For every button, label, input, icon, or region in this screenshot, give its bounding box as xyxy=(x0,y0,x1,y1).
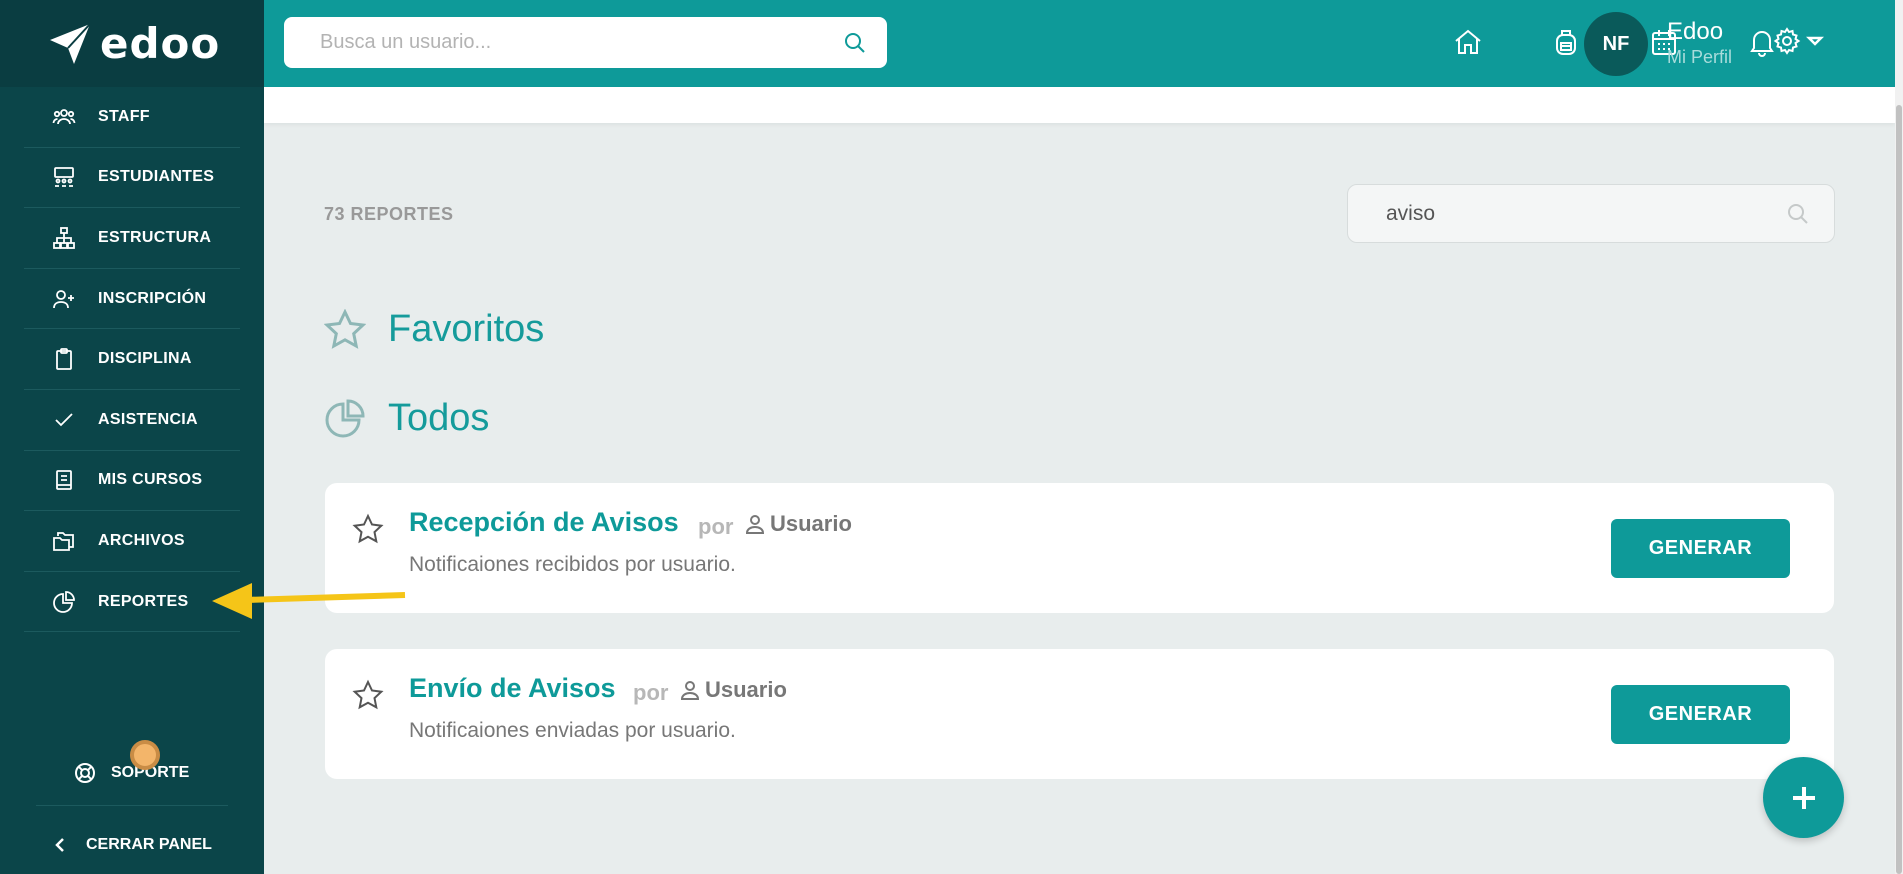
home-button[interactable] xyxy=(1450,24,1486,60)
favorites-section-header: Favoritos xyxy=(324,308,544,351)
sidebar-item-asistencia[interactable]: ASISTENCIA xyxy=(24,390,240,451)
user-search-input[interactable] xyxy=(320,31,843,54)
report-title[interactable]: Recepción de Avisos xyxy=(409,507,679,538)
sidebar-item-label: STAFF xyxy=(98,107,150,125)
scrollbar[interactable] xyxy=(1895,0,1903,874)
profile-link[interactable]: Mi Perfil xyxy=(1667,47,1732,68)
favorite-toggle[interactable] xyxy=(352,679,384,711)
profile-name[interactable]: Edoo xyxy=(1667,18,1723,46)
chevron-left-icon xyxy=(55,838,64,852)
report-card: Envío de Avisos por Usuario Notificaione… xyxy=(325,649,1834,779)
report-card: Recepción de Avisos por Usuario Notifica… xyxy=(325,483,1834,613)
report-description: Notificaiones enviadas por usuario. xyxy=(409,719,736,742)
sidebar-item-reportes[interactable]: REPORTES xyxy=(24,572,240,633)
sidebar-nav: STAFF ESTUDIANTES ESTRUCTURA INSCRIPCIÓN… xyxy=(0,87,264,633)
generate-button[interactable]: GENERAR xyxy=(1611,519,1790,578)
add-button[interactable] xyxy=(1763,757,1844,838)
gear-icon xyxy=(1773,27,1801,55)
user-icon xyxy=(680,681,700,700)
sidebar-item-label: DISCIPLINA xyxy=(98,350,192,368)
favorites-title: Favoritos xyxy=(388,308,545,350)
star-icon xyxy=(352,679,384,710)
sidebar-item-label: ASISTENCIA xyxy=(98,410,198,428)
sidebar-item-label: ESTRUCTURA xyxy=(98,228,212,246)
sidebar-item-label: REPORTES xyxy=(98,592,189,610)
pie-chart-icon xyxy=(325,398,365,437)
sidebar-item-disciplina[interactable]: DISCIPLINA xyxy=(24,329,240,390)
collapse-panel-label: CERRAR PANEL xyxy=(86,836,212,853)
notification-dot xyxy=(130,740,160,770)
report-by-label: por xyxy=(633,680,669,705)
all-section-header: Todos xyxy=(324,397,489,440)
sub-header-strip xyxy=(264,87,1895,123)
sidebar-item-label: ARCHIVOS xyxy=(98,531,185,549)
report-owner: Usuario xyxy=(744,511,852,537)
report-filter xyxy=(1347,184,1835,243)
book-icon xyxy=(50,466,78,494)
folders-icon xyxy=(50,527,78,555)
users-icon xyxy=(50,103,78,131)
classroom-icon xyxy=(50,163,78,191)
top-bar: NF Edoo Mi Perfil xyxy=(264,0,1895,87)
report-owner-label: Usuario xyxy=(705,677,787,702)
support-button[interactable]: SOPORTE xyxy=(36,740,228,806)
sidebar-item-estudiantes[interactable]: ESTUDIANTES xyxy=(24,148,240,209)
search-icon[interactable] xyxy=(843,31,867,55)
star-icon xyxy=(352,513,384,544)
sidebar: edoo STAFF ESTUDIANTES ESTRUCTURA INSCRI… xyxy=(0,0,264,874)
report-filter-input[interactable] xyxy=(1386,201,1786,226)
report-owner: Usuario xyxy=(679,677,787,703)
search-icon[interactable] xyxy=(1786,202,1810,226)
logo[interactable]: edoo xyxy=(0,0,264,87)
collapse-panel-button[interactable]: CERRAR PANEL xyxy=(52,836,212,854)
user-icon xyxy=(745,515,765,534)
report-owner-label: Usuario xyxy=(770,511,852,536)
all-title: Todos xyxy=(388,397,490,439)
clipboard-icon xyxy=(50,345,78,373)
generate-button[interactable]: GENERAR xyxy=(1611,685,1790,744)
sidebar-item-inscripcion[interactable]: INSCRIPCIÓN xyxy=(24,269,240,330)
sidebar-item-label: ESTUDIANTES xyxy=(98,168,215,186)
backpack-icon xyxy=(1556,30,1576,55)
report-description: Notificaiones recibidos por usuario. xyxy=(409,553,736,576)
avatar[interactable]: NF xyxy=(1584,12,1648,76)
chevron-down-icon xyxy=(1806,36,1824,46)
sidebar-item-archivos[interactable]: ARCHIVOS xyxy=(24,511,240,572)
brand-name: edoo xyxy=(100,19,221,68)
report-count: 73 REPORTES xyxy=(324,204,454,224)
check-icon xyxy=(50,406,78,434)
backpack-button[interactable] xyxy=(1548,24,1584,60)
paper-plane-logo-icon xyxy=(50,22,91,64)
user-search xyxy=(284,17,887,68)
favorite-toggle[interactable] xyxy=(352,513,384,545)
plus-icon xyxy=(1792,786,1815,809)
sidebar-item-label: MIS CURSOS xyxy=(98,471,203,489)
home-icon xyxy=(1455,29,1481,54)
scrollbar-thumb[interactable] xyxy=(1896,105,1902,874)
hierarchy-icon xyxy=(50,224,78,252)
add-user-icon xyxy=(50,285,78,313)
report-by-label: por xyxy=(698,514,734,539)
pie-chart-icon xyxy=(50,588,78,616)
report-title[interactable]: Envío de Avisos xyxy=(409,673,616,704)
settings-menu[interactable] xyxy=(1772,26,1824,56)
sidebar-item-estructura[interactable]: ESTRUCTURA xyxy=(24,208,240,269)
lifebuoy-icon xyxy=(75,762,95,783)
sidebar-item-label: INSCRIPCIÓN xyxy=(98,289,207,307)
sidebar-item-mis-cursos[interactable]: MIS CURSOS xyxy=(24,451,240,512)
star-icon xyxy=(324,308,366,349)
sidebar-item-staff[interactable]: STAFF xyxy=(24,87,240,148)
